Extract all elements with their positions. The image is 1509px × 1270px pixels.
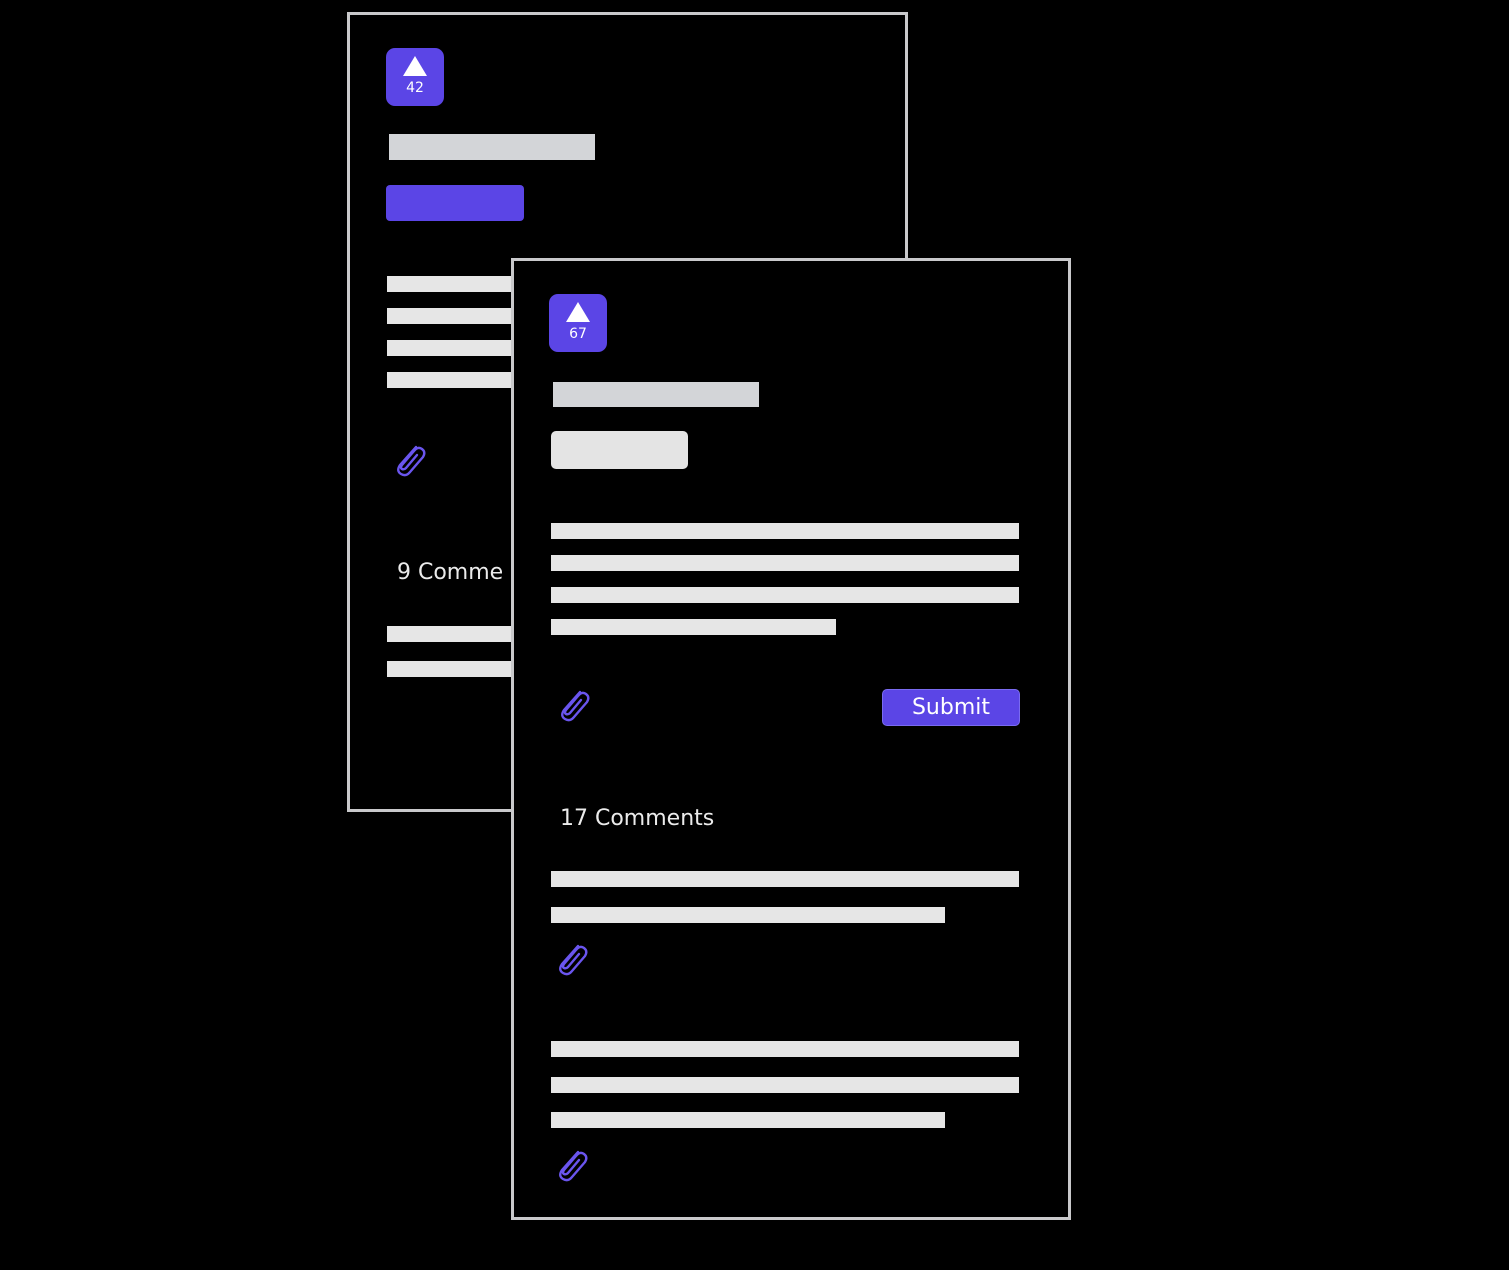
upvote-count: 42 [406, 80, 424, 96]
comments-count: 17 Comments [560, 806, 715, 831]
post-card-front: 67 Submit 17 Comments [511, 258, 1071, 1220]
comment-line-placeholder [551, 907, 945, 923]
comments-count: 9 Comme [397, 560, 504, 585]
upvote-arrow-icon [403, 56, 427, 76]
paperclip-icon[interactable] [390, 441, 430, 481]
body-line-placeholder [551, 619, 836, 635]
paperclip-icon[interactable] [554, 686, 594, 726]
submit-button[interactable]: Submit [882, 689, 1020, 726]
post-tag-placeholder[interactable] [386, 185, 524, 221]
body-line-placeholder [551, 587, 1019, 603]
comment-line-placeholder [551, 1041, 1019, 1057]
paperclip-icon[interactable] [552, 1146, 592, 1186]
upvote-count: 67 [569, 326, 587, 342]
upvote-button[interactable]: 42 [386, 48, 444, 106]
upvote-button[interactable]: 67 [549, 294, 607, 352]
body-line-placeholder [551, 555, 1019, 571]
comment-line-placeholder [551, 1112, 945, 1128]
upvote-arrow-icon [566, 302, 590, 322]
post-title-placeholder [553, 382, 759, 407]
post-tag-placeholder[interactable] [551, 431, 688, 469]
paperclip-icon[interactable] [552, 940, 592, 980]
comment-line-placeholder [551, 1077, 1019, 1093]
comment-line-placeholder [551, 871, 1019, 887]
post-title-placeholder [389, 134, 595, 160]
body-line-placeholder [551, 523, 1019, 539]
